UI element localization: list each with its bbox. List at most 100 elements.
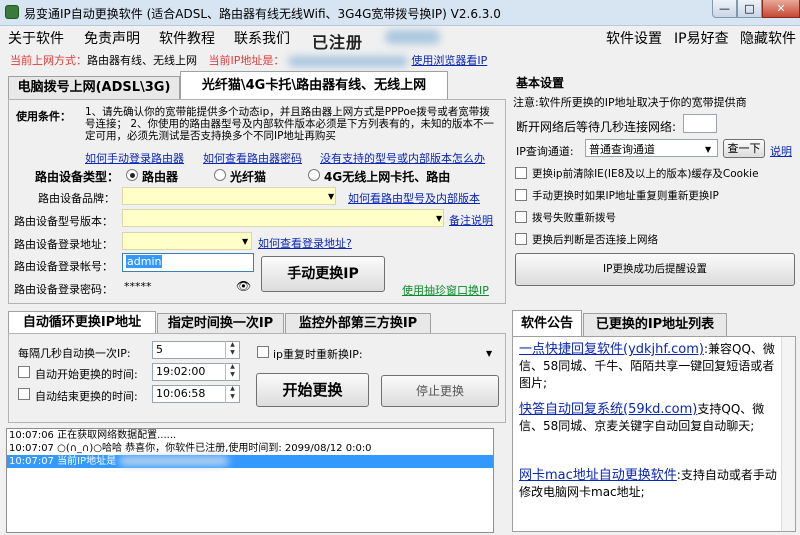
start-time-spinner[interactable]: ▲ ▼ <box>225 363 239 381</box>
reconnect-label: 断开网络后等待几秒连接网络: <box>516 120 677 134</box>
addr-label: 路由设备登录地址： <box>14 238 113 251</box>
window-title: 易变通IP自动更换软件 (适合ADSL、路由器有线无线Wifi、3G4G宽带拨号… <box>24 7 501 21</box>
tab-scheduled[interactable]: 指定时间换一次IP <box>157 313 284 334</box>
ipquery-dropdown-icon[interactable]: ▼ <box>705 145 711 154</box>
notice-item: 一点快捷回复软件(ydkjhf.com):兼容QQ、微信、58同城、千牛、陌陌共… <box>519 342 775 390</box>
model-dropdown-icon[interactable]: ▼ <box>436 214 442 223</box>
user-input[interactable]: admin <box>122 253 254 272</box>
tab-auto-loop[interactable]: 自动循环更换IP地址 <box>8 311 156 334</box>
menu-ip-lookup[interactable]: IP易好查 <box>674 28 729 48</box>
tab-notice[interactable]: 软件公告 <box>512 310 582 336</box>
interval-label: 每隔几秒自动换一次IP: <box>18 347 131 360</box>
close-button[interactable]: ✕ <box>762 0 800 18</box>
redial-checkbox[interactable] <box>515 211 527 223</box>
menu-about[interactable]: 关于软件 <box>8 28 64 48</box>
device-type-label: 路由设备类型： <box>35 170 120 184</box>
unsupported-model-link[interactable]: 没有支持的型号或内部版本怎么办 <box>320 150 485 166</box>
start-time-label: 自动开始更换的时间: <box>35 368 138 381</box>
brand-label: 路由设备品牌： <box>38 192 115 205</box>
radio-4g[interactable] <box>308 169 320 181</box>
notice-link[interactable]: 快答自动回复系统(59kd.com) <box>519 402 697 417</box>
interval-spinner[interactable]: ▲ ▼ <box>225 341 239 359</box>
notice-item: 网卡mac地址自动更换软件:支持自动或者手动修改电脑网卡mac地址; <box>519 468 777 499</box>
notice-panel: 一点快捷回复软件(ydkjhf.com):兼容QQ、微信、58同城、千牛、陌陌共… <box>512 336 796 532</box>
maximize-button[interactable]: □ <box>737 0 762 18</box>
check-ip-button[interactable]: 查一下 <box>723 139 765 158</box>
notice-link[interactable]: 一点快捷回复软件(ydkjhf.com) <box>519 342 704 357</box>
interval-value: 5 <box>156 343 163 356</box>
popup-window-link[interactable]: 使用抽珍窗口换IP <box>402 282 489 298</box>
brand-select[interactable] <box>122 187 336 205</box>
addr-dropdown-icon[interactable]: ▼ <box>242 237 248 246</box>
log-list[interactable]: 10:07:06 正在获取网络数据配置...... 10:07:07 ○(∩_∩… <box>6 428 494 533</box>
ipquery-select[interactable]: 普通查询通道 <box>585 139 718 157</box>
stop-change-button[interactable]: 停止更换 <box>381 375 499 407</box>
tab-ip-history[interactable]: 已更换的IP地址列表 <box>583 313 727 336</box>
tab-router[interactable]: 光纤猫\4G卡托\路由器有线、无线上网 <box>180 71 448 100</box>
addr-select[interactable] <box>122 232 252 250</box>
brand-dropdown-icon[interactable]: ▼ <box>328 192 334 201</box>
registered-badge: 已注册 <box>312 33 364 52</box>
repeat-checkbox[interactable] <box>257 346 269 358</box>
radio-4g-label: 4G无线上网卡托、路由 <box>324 170 451 184</box>
notice-item: 快答自动回复系统(59kd.com)支持QQ、微信、58同城、京麦关键字自动回复… <box>519 402 765 433</box>
notice-scrollbar[interactable] <box>781 337 795 531</box>
title-bar[interactable]: 易变通IP自动更换软件 (适合ADSL、路由器有线无线Wifi、3G4G宽带拨号… <box>0 0 800 26</box>
menu-hide[interactable]: 隐藏软件 <box>740 28 796 48</box>
mode-value: 路由器有线、无线上网 <box>87 54 197 67</box>
check-online-checkbox[interactable] <box>515 233 527 245</box>
manual-change-ip-button[interactable]: 手动更换IP <box>261 256 385 292</box>
explain-link[interactable]: 说明 <box>770 143 792 159</box>
menu-tutorial[interactable]: 软件教程 <box>159 28 215 48</box>
pass-input[interactable]: ***** <box>124 280 152 293</box>
ip-label: 当前IP地址是： <box>208 54 285 67</box>
basic-settings-desc: 注意:软件所更换的IP地址取决于你的宽带提供商 <box>513 96 747 109</box>
app-icon <box>5 5 19 19</box>
view-password-link[interactable]: 如何查看路由器密码 <box>203 150 302 166</box>
view-model-link[interactable]: 如何看路由型号及内部版本 <box>348 190 480 206</box>
view-ip-browser-link[interactable]: 使用浏览器看IP <box>411 54 487 67</box>
usage-text: 1、请先确认你的宽带能提供多个动态ip，并且路由器上网方式是PPPoe拨号或者宽… <box>85 106 495 142</box>
clear-cache-label: 更换ip前清除IE(IE8及以上的版本)缓存及Cookie <box>532 168 759 180</box>
user-value: admin <box>126 255 163 268</box>
log-line: 10:07:07 ○(∩_∩)○哈哈 恭喜你，你软件已注册,使用时间到: 209… <box>9 443 372 454</box>
model-select[interactable] <box>122 209 444 227</box>
start-time-value: 19:02:00 <box>156 365 206 378</box>
clear-cache-checkbox[interactable] <box>515 167 527 179</box>
auto-end-checkbox[interactable] <box>18 388 30 400</box>
view-login-addr-link[interactable]: 如何查看登录地址? <box>258 235 352 251</box>
model-label: 路由设备型号版本： <box>14 215 113 228</box>
repeat-dropdown-icon[interactable]: ▼ <box>486 349 492 358</box>
notice-link[interactable]: 网卡mac地址自动更换软件 <box>519 468 677 483</box>
ip-value-blurred <box>287 55 408 67</box>
repeat-ip-checkbox[interactable] <box>515 189 527 201</box>
mode-label: 当前上网方式： <box>10 54 87 67</box>
minimize-button[interactable]: — <box>712 0 737 18</box>
radio-modem[interactable] <box>214 169 226 181</box>
login-router-link[interactable]: 如何手动登录路由器 <box>85 150 184 166</box>
radio-router-label: 路由器 <box>142 170 179 184</box>
repeat-ip-label: 手动更换时如果IP地址重复则重新更换IP <box>532 190 719 202</box>
ipquery-value: 普通查询通道 <box>589 143 655 156</box>
end-time-spinner[interactable]: ▲ ▼ <box>225 385 239 403</box>
remind-settings-button[interactable]: IP更换成功后提醒设置 <box>515 253 795 286</box>
end-time-label: 自动结束更换的时间: <box>35 390 138 403</box>
usage-label: 使用条件： <box>16 110 71 123</box>
start-change-button[interactable]: 开始更换 <box>256 373 369 407</box>
remark-link[interactable]: 备注说明 <box>449 212 493 228</box>
tab-monitor[interactable]: 监控外部第三方换IP <box>285 313 431 334</box>
reconnect-input[interactable] <box>683 114 717 133</box>
auto-start-checkbox[interactable] <box>18 366 30 378</box>
eye-icon[interactable]: 👁 <box>236 279 251 293</box>
user-label: 路由设备登录帐号： <box>14 260 113 273</box>
pass-label: 路由设备登录密码： <box>14 283 113 296</box>
radio-router[interactable] <box>126 169 138 181</box>
menu-settings[interactable]: 软件设置 <box>606 28 662 48</box>
basic-settings-title: 基本设置 <box>516 76 565 90</box>
menu-contact[interactable]: 联系我们 <box>234 28 290 48</box>
ipquery-label: IP查询通道: <box>516 145 574 158</box>
log-line: 10:07:06 正在获取网络数据配置...... <box>9 430 177 441</box>
menu-disclaimer[interactable]: 免责声明 <box>84 28 140 48</box>
tab-adsl[interactable]: 电脑拨号上网(ADSL\3G) <box>8 76 180 100</box>
log-ip-blurred <box>119 456 230 466</box>
